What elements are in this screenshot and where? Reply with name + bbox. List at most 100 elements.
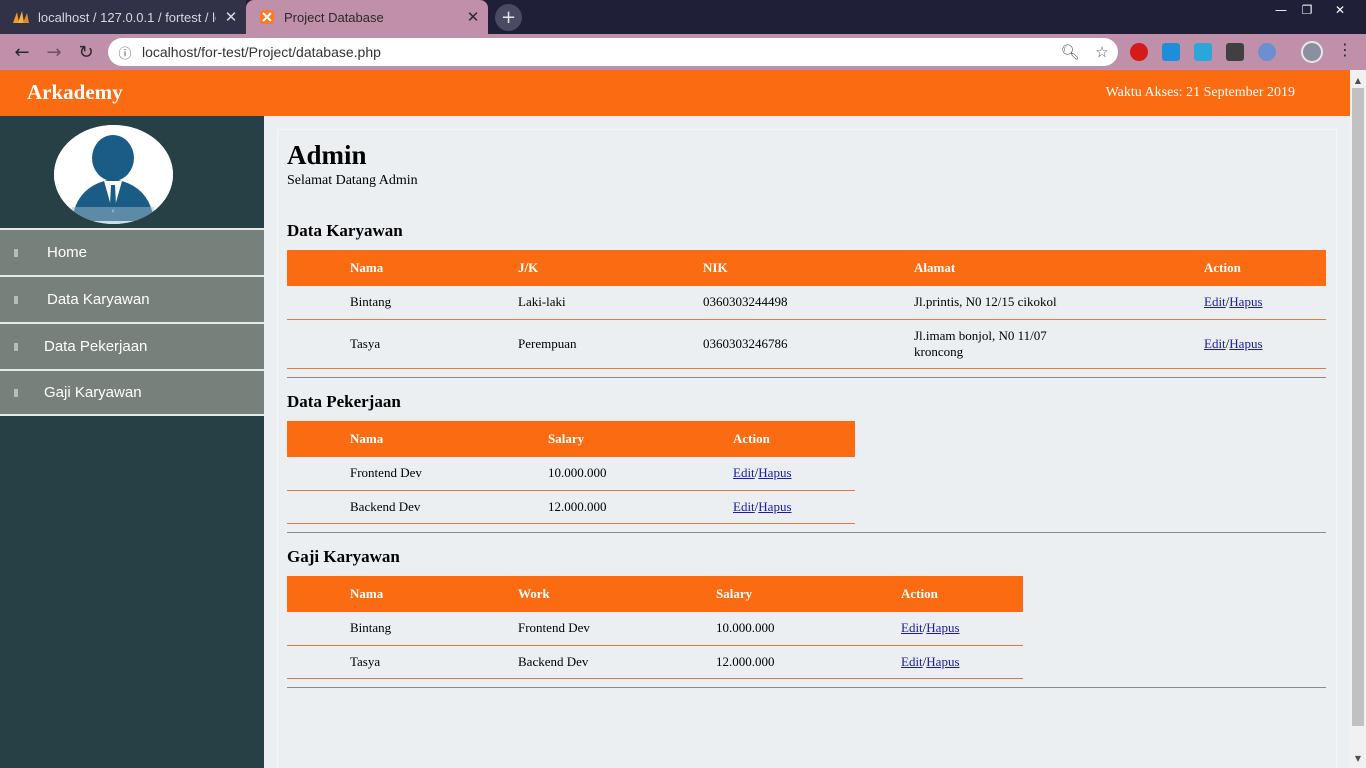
- cell-alamat: Jl.imam bonjol, N0 11/07 kroncong: [914, 319, 1204, 369]
- address-bar[interactable]: ⓘ localhost/for-test/Project/database.ph…: [108, 38, 1118, 66]
- hapus-link[interactable]: Hapus: [758, 499, 791, 514]
- cell-action: Edit/Hapus: [1204, 319, 1326, 369]
- column-header: Nama: [287, 421, 548, 457]
- sidebar: Home Data Karyawan Data Pekerjaan Gaji K…: [0, 116, 264, 768]
- main-content: Admin Selamat Datang Admin Data Karyawan…: [278, 130, 1336, 768]
- hapus-link[interactable]: Hapus: [1229, 336, 1262, 351]
- hapus-link[interactable]: Hapus: [1229, 294, 1262, 309]
- column-header: Action: [1204, 250, 1326, 286]
- table-header-row: Nama Salary Action: [287, 421, 855, 457]
- cell-jk: Perempuan: [518, 319, 703, 369]
- gaji-table: Nama Work Salary Action Bintang Frontend…: [287, 576, 1023, 679]
- profile-avatar-icon[interactable]: [1301, 41, 1323, 63]
- edit-link[interactable]: Edit: [733, 465, 755, 480]
- column-header: Work: [518, 576, 716, 612]
- column-header: Salary: [716, 576, 901, 612]
- table-row: Backend Dev 12.000.000 Edit/Hapus: [287, 490, 855, 524]
- tab-title: Project Database: [284, 9, 384, 25]
- tab-close-icon[interactable]: ✕: [216, 8, 246, 26]
- sidebar-menu: Home Data Karyawan Data Pekerjaan Gaji K…: [0, 228, 264, 416]
- xampp-icon: [258, 9, 276, 25]
- edit-link[interactable]: Edit: [1204, 294, 1226, 309]
- cell-work: Frontend Dev: [518, 612, 716, 646]
- zoom-icon[interactable]: 🔍︎: [1054, 43, 1086, 61]
- scroll-down-icon[interactable]: ▼: [1350, 750, 1366, 766]
- tab-title: localhost / 127.0.0.1 / fortest / lo: [38, 9, 216, 25]
- reload-icon[interactable]: ↻: [72, 38, 100, 66]
- cast-icon[interactable]: [1194, 43, 1212, 61]
- cell-jk: Laki-laki: [518, 286, 703, 320]
- hapus-link[interactable]: Hapus: [758, 465, 791, 480]
- info-icon[interactable]: ⓘ: [108, 43, 142, 62]
- table-row: Bintang Laki-laki 0360303244498 Jl.print…: [287, 286, 1326, 320]
- back-icon[interactable]: ←: [8, 38, 36, 66]
- edit-link[interactable]: Edit: [733, 499, 755, 514]
- sidebar-item-data-karyawan[interactable]: Data Karyawan: [0, 275, 264, 322]
- column-header: Nama: [287, 576, 518, 612]
- hapus-link[interactable]: Hapus: [926, 620, 959, 635]
- sidebar-item-gaji-karyawan[interactable]: Gaji Karyawan: [0, 369, 264, 416]
- cell-salary: 10.000.000: [548, 457, 733, 491]
- admin-avatar-icon: [54, 125, 173, 224]
- media-icon[interactable]: [1226, 43, 1244, 61]
- table-header-row: Nama Work Salary Action: [287, 576, 1023, 612]
- vpn-icon[interactable]: [1258, 43, 1276, 61]
- table-row: Bintang Frontend Dev 10.000.000 Edit/Hap…: [287, 612, 1023, 646]
- sidebar-item-data-pekerjaan[interactable]: Data Pekerjaan: [0, 322, 264, 369]
- restore-icon[interactable]: ❐: [1292, 0, 1322, 20]
- edit-link[interactable]: Edit: [1204, 336, 1226, 351]
- cell-alamat: Jl.printis, N0 12/15 cikokol: [914, 286, 1204, 320]
- new-tab-button[interactable]: +: [495, 4, 522, 31]
- window-close-icon[interactable]: ✕: [1325, 0, 1355, 20]
- divider: [287, 687, 1326, 688]
- s-icon[interactable]: [1162, 43, 1180, 61]
- hapus-link[interactable]: Hapus: [926, 654, 959, 669]
- adblock-icon[interactable]: [1130, 43, 1148, 61]
- table-row: Frontend Dev 10.000.000 Edit/Hapus: [287, 457, 855, 491]
- sidebar-item-home[interactable]: Home: [0, 228, 264, 275]
- cell-nama: Bintang: [287, 612, 518, 646]
- cell-salary: 12.000.000: [548, 490, 733, 524]
- scroll-up-icon[interactable]: ▲: [1350, 72, 1366, 88]
- column-header: Action: [901, 576, 1023, 612]
- cell-nama: Bintang: [287, 286, 518, 320]
- tab-strip: localhost / 127.0.0.1 / fortest / lo ✕ P…: [0, 0, 1366, 34]
- tab-phpmyadmin[interactable]: localhost / 127.0.0.1 / fortest / lo ✕: [0, 0, 246, 34]
- sidebar-item-label: Home: [47, 244, 88, 261]
- access-time: Waktu Akses: 21 September 2019: [1105, 85, 1295, 100]
- divider: [287, 377, 1326, 378]
- cell-action: Edit/Hapus: [733, 490, 855, 524]
- table-row: Tasya Perempuan 0360303246786 Jl.imam bo…: [287, 319, 1326, 369]
- cell-nama: Tasya: [287, 319, 518, 369]
- page: Arkademy Waktu Akses: 21 September 2019 …: [0, 70, 1350, 768]
- cell-nama: Frontend Dev: [287, 457, 548, 491]
- edit-link[interactable]: Edit: [901, 620, 923, 635]
- address-url[interactable]: localhost/for-test/Project/database.php: [142, 44, 1054, 60]
- cell-action: Edit/Hapus: [901, 645, 1023, 679]
- column-header: Alamat: [914, 250, 1204, 286]
- cell-action: Edit/Hapus: [1204, 286, 1326, 320]
- site-header: Arkademy Waktu Akses: 21 September 2019: [0, 70, 1350, 116]
- column-header: Salary: [548, 421, 733, 457]
- browser-menu-icon[interactable]: ⋮: [1336, 40, 1354, 59]
- alamat-line: Jl.printis, N0 12/15 cikokol: [914, 294, 1057, 310]
- alamat-line: Jl.imam bonjol, N0 11/07: [914, 327, 1047, 343]
- divider: [287, 532, 1326, 533]
- pekerjaan-table: Nama Salary Action Frontend Dev 10.000.0…: [287, 421, 855, 524]
- cell-salary: 12.000.000: [716, 645, 901, 679]
- bullet-icon: [14, 248, 18, 257]
- browser-toolbar: ← → ↻ ⓘ localhost/for-test/Project/datab…: [0, 34, 1366, 70]
- cell-nik: 0360303244498: [703, 286, 914, 320]
- tab-project-database[interactable]: Project Database ✕: [246, 0, 488, 34]
- cell-nama: Backend Dev: [287, 490, 548, 524]
- scrollbar-thumb[interactable]: [1352, 88, 1364, 726]
- sidebar-item-label: Data Karyawan: [47, 291, 150, 308]
- karyawan-table: Nama J/K NIK Alamat Action Bintang Laki-…: [287, 250, 1326, 369]
- edit-link[interactable]: Edit: [901, 654, 923, 669]
- star-icon[interactable]: ☆: [1086, 43, 1118, 61]
- tab-close-icon[interactable]: ✕: [458, 8, 488, 26]
- forward-icon[interactable]: →: [40, 38, 68, 66]
- brand-logo[interactable]: Arkademy: [27, 80, 123, 105]
- alamat-line: kroncong: [914, 343, 964, 359]
- table-row: Tasya Backend Dev 12.000.000 Edit/Hapus: [287, 645, 1023, 679]
